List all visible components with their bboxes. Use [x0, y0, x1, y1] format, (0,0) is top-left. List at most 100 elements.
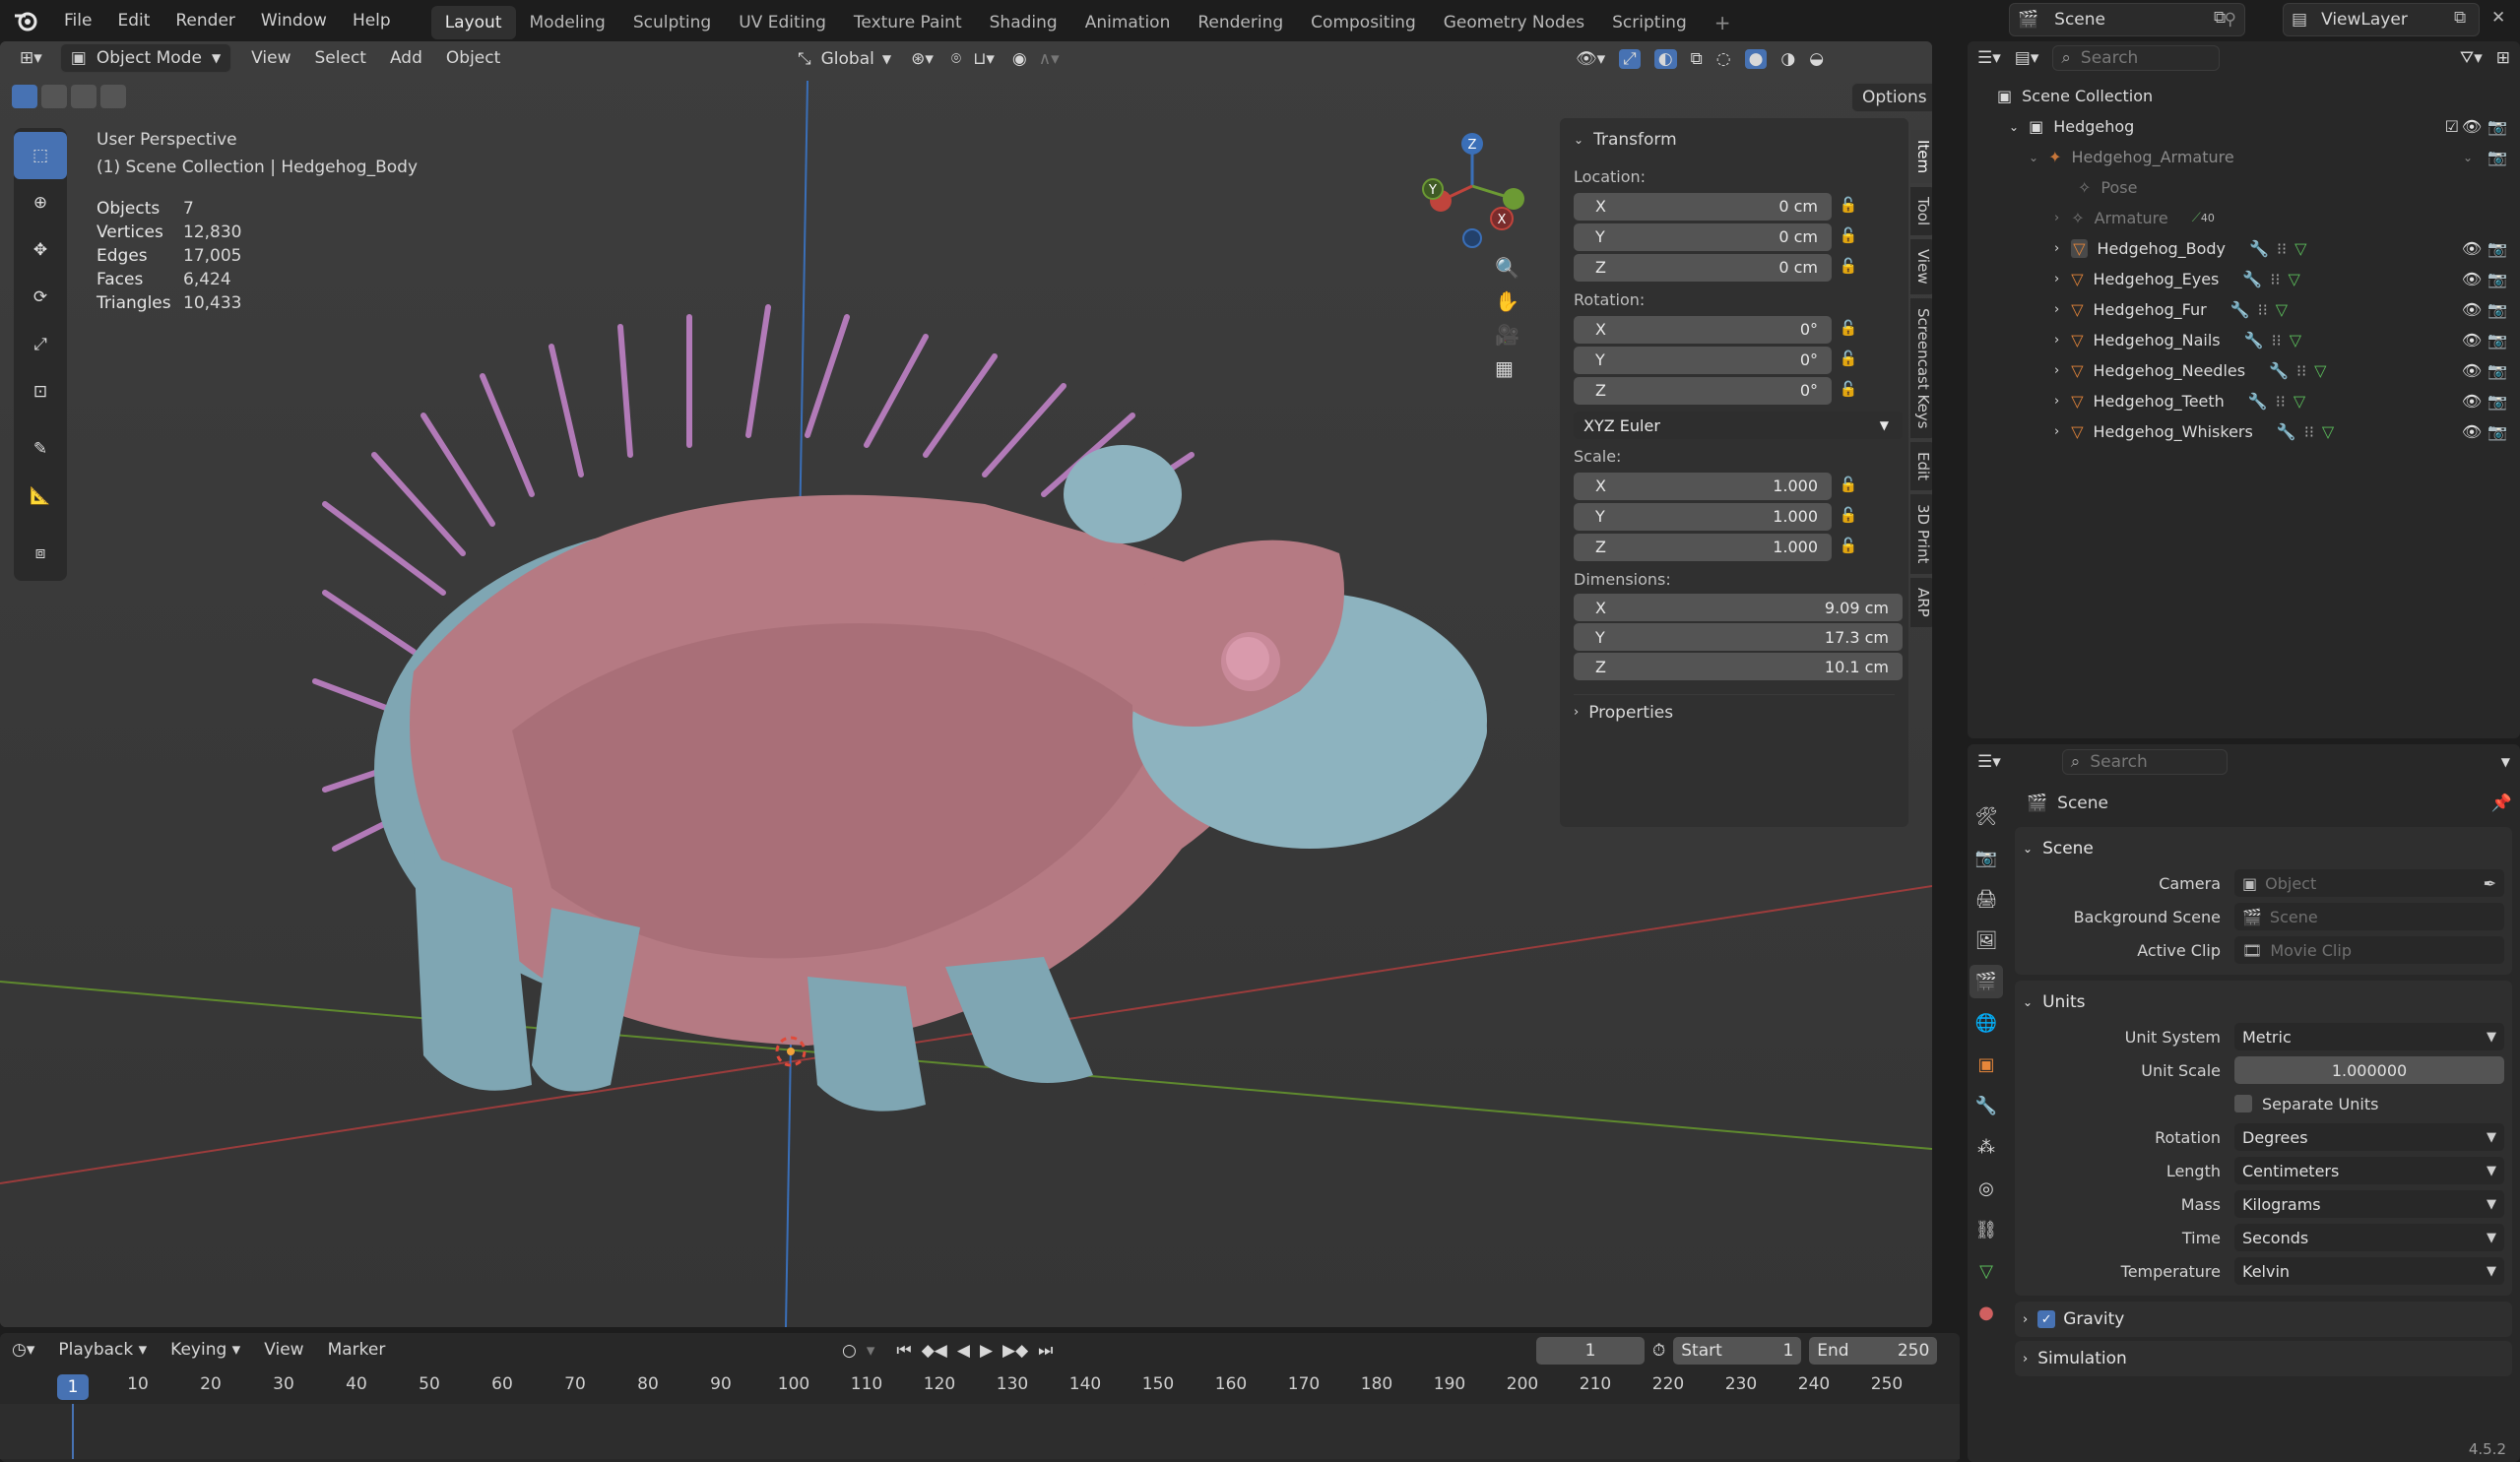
3d-viewport[interactable]: ⊞▾ ▣ Object Mode ▼ View Select Add Objec… [0, 41, 1932, 1327]
new-scene-icon[interactable]: ⧉ [2214, 8, 2226, 28]
jump-start-icon[interactable]: ⏮ [896, 1341, 911, 1361]
camera-icon[interactable]: 📷 [2485, 300, 2510, 319]
camera-icon[interactable]: 📷 [2485, 331, 2510, 350]
play-icon[interactable]: ▶ [980, 1341, 993, 1361]
simulation-section-header[interactable]: › Simulation [2015, 1341, 2512, 1376]
chevron-down-icon[interactable]: ▼ [2501, 755, 2510, 769]
object-row[interactable]: › ▽ Hedgehog_Whiskers 🔧 ⁝⁝ ▽ 👁 📷 [1997, 416, 2510, 447]
chevron-down-icon[interactable]: ⌄ [2463, 151, 2473, 164]
scale-tool-icon[interactable]: ⤢ [14, 321, 67, 368]
object-row[interactable]: › ▽ Hedgehog_Fur 🔧 ⁝⁝ ▽ 👁 📷 [1997, 294, 2510, 325]
scene-tab-icon[interactable]: 🎬 [1970, 965, 2003, 998]
lock-icon[interactable]: 🔓 [1838, 350, 1859, 371]
end-frame-field[interactable]: End 250 [1809, 1337, 1938, 1365]
tab-geometry-nodes[interactable]: Geometry Nodes [1430, 6, 1598, 39]
tab-animation[interactable]: Animation [1071, 6, 1185, 39]
menu-view[interactable]: View [239, 41, 302, 75]
camera-field[interactable]: ▣ Object ✒ [2234, 869, 2504, 897]
location-z-field[interactable]: Z 0 cm [1574, 253, 1832, 282]
transform-tool-icon[interactable]: ⊡ [14, 368, 67, 415]
prev-keyframe-icon[interactable]: ◆◀ [922, 1341, 947, 1361]
cursor-tool-icon[interactable]: ⊕ [14, 179, 67, 226]
record-icon[interactable]: ○ [842, 1341, 857, 1361]
view-layer-tab-icon[interactable]: 🖼 [1970, 923, 2003, 957]
move-tool-icon[interactable]: ✥ [14, 226, 67, 274]
object-row[interactable]: › ▽ Hedgehog_Eyes 🔧 ⁝⁝ ▽ 👁 📷 [1997, 264, 2510, 294]
collection-row[interactable]: ⌄ ▣ Hedgehog ☑ 👁 📷 [1997, 111, 2510, 142]
scene-selector[interactable]: 🎬 Scene ⚲ [2009, 3, 2245, 36]
editor-type-icon[interactable]: ☰▾ [1977, 48, 2001, 68]
tab-item[interactable]: Item [1910, 130, 1932, 184]
outliner-search[interactable]: ⌕ Search [2052, 45, 2221, 71]
navigation-gizmo[interactable]: Z X Y [1413, 132, 1531, 250]
new-collection-icon[interactable]: ⊞ [2496, 48, 2510, 68]
eye-icon[interactable]: 👁 [2459, 422, 2485, 441]
tab-layout[interactable]: Layout [430, 6, 516, 39]
rotate-tool-icon[interactable]: ⟳ [14, 274, 67, 321]
annotate-tool-icon[interactable]: ✎ [14, 425, 67, 473]
lock-icon[interactable]: 🔓 [1838, 319, 1859, 341]
select-subtract-icon[interactable] [71, 85, 97, 108]
object-row[interactable]: › ▽ Hedgehog_Body 🔧 ⁝⁝ ▽ 👁 📷 [1997, 233, 2510, 264]
world-tab-icon[interactable]: 🌐 [1970, 1006, 2003, 1040]
units-section-header[interactable]: ⌄ Units [2023, 985, 2504, 1020]
time-units-select[interactable]: Seconds ▼ [2234, 1224, 2504, 1251]
overlay-toggle-icon[interactable]: ◐ [1653, 49, 1677, 69]
location-y-field[interactable]: Y 0 cm [1574, 222, 1832, 251]
timeline-ruler[interactable]: 1 10 20 30 40 50 60 70 80 90 100 110 120… [0, 1374, 1960, 1402]
unit-system-select[interactable]: Metric ▼ [2234, 1023, 2504, 1050]
rotation-mode-select[interactable]: XYZ Euler ▼ [1574, 412, 1903, 439]
marker-menu[interactable]: Marker [316, 1333, 398, 1367]
scale-y-field[interactable]: Y 1.000 [1574, 502, 1832, 531]
eye-icon[interactable]: 👁 [2459, 117, 2485, 136]
filter-icon[interactable]: ⛛▾ [2460, 48, 2483, 68]
lock-icon[interactable]: 🔓 [1838, 226, 1859, 248]
mode-selector[interactable]: ▣ Object Mode ▼ [59, 43, 232, 73]
menu-window[interactable]: Window [248, 0, 340, 41]
gizmo-toggle-icon[interactable]: ⤢ [1619, 49, 1641, 69]
eye-icon[interactable]: 👁 [2459, 300, 2485, 319]
dimension-x-field[interactable]: X 9.09 cm [1574, 594, 1903, 621]
material-tab-icon[interactable]: ● [1970, 1296, 2003, 1329]
solid-shading-icon[interactable]: ● [1744, 49, 1768, 69]
menu-object[interactable]: Object [434, 41, 512, 75]
visibility-icon[interactable]: 👁▾ [1576, 49, 1605, 69]
temperature-units-select[interactable]: Kelvin ▼ [2234, 1257, 2504, 1285]
start-frame-field[interactable]: Start 1 [1673, 1337, 1802, 1365]
tab-compositing[interactable]: Compositing [1297, 6, 1430, 39]
lock-icon[interactable]: 🔓 [1838, 506, 1859, 528]
eyedropper-icon[interactable]: ✒ [2484, 874, 2496, 893]
tab-modeling[interactable]: Modeling [516, 6, 619, 39]
editor-type-icon[interactable]: ☰▾ [1977, 752, 2001, 772]
camera-icon[interactable]: 📷 [2485, 422, 2510, 441]
eye-icon[interactable]: 👁 [2459, 392, 2485, 411]
timeline-view-menu[interactable]: View [252, 1333, 315, 1367]
eye-icon[interactable]: 👁 [2459, 239, 2485, 258]
length-units-select[interactable]: Centimeters ▼ [2234, 1157, 2504, 1184]
eye-icon[interactable]: 👁 [2459, 270, 2485, 288]
properties-header[interactable]: › Properties [1574, 694, 1895, 724]
scene-collection-row[interactable]: ▣ Scene Collection [1997, 81, 2510, 111]
snap-target-icon[interactable]: ⊔▾ [973, 49, 995, 69]
tool-tab-icon[interactable]: 🛠 [1970, 799, 2003, 833]
stopwatch-icon[interactable]: ⏱ [1652, 1341, 1665, 1361]
pin-icon[interactable]: 📌 [2491, 794, 2512, 813]
lock-icon[interactable]: 🔓 [1838, 537, 1859, 558]
falloff-icon[interactable]: ∧▾ [1039, 49, 1060, 69]
physics-tab-icon[interactable]: ◎ [1970, 1172, 2003, 1205]
tab-view[interactable]: View [1910, 239, 1932, 294]
output-tab-icon[interactable]: 🖨 [1970, 882, 2003, 916]
camera-icon[interactable]: 📷 [2485, 148, 2510, 166]
wireframe-shading-icon[interactable]: ◌ [1716, 49, 1731, 69]
new-view-layer-icon[interactable]: ⧉ [2454, 8, 2466, 28]
camera-icon[interactable]: 📷 [2485, 270, 2510, 288]
eye-icon[interactable]: 👁 [2459, 361, 2485, 380]
tab-rendering[interactable]: Rendering [1184, 6, 1297, 39]
scale-x-field[interactable]: X 1.000 [1574, 472, 1832, 500]
separate-units-checkbox[interactable] [2234, 1095, 2252, 1112]
playback-menu[interactable]: Playback ▾ [46, 1333, 159, 1367]
gravity-section-header[interactable]: › ✓ Gravity [2015, 1302, 2512, 1337]
eye-icon[interactable]: 👁 [2459, 331, 2485, 350]
menu-render[interactable]: Render [162, 0, 248, 41]
camera-icon[interactable]: 📷 [2485, 361, 2510, 380]
